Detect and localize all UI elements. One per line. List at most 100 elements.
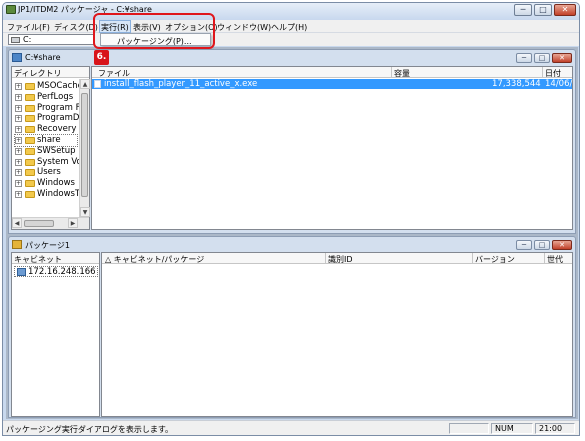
expand-icon[interactable]: + bbox=[15, 191, 22, 198]
menu-window[interactable]: ウィンドウ(W) bbox=[217, 22, 271, 33]
column-divider[interactable] bbox=[544, 253, 545, 264]
drive-value: C: bbox=[23, 35, 32, 44]
directory-tree[interactable]: ディレクトリ + MSOCache + PerfLogs + Program Fi + Pro… bbox=[11, 66, 90, 230]
package-window-title: パッケージ1 bbox=[25, 241, 70, 250]
folder-icon bbox=[25, 137, 35, 144]
package-list[interactable]: △ キャビネット/パッケージ 識別ID バージョン 世代 bbox=[101, 252, 573, 417]
status-message: パッケージング実行ダイアログを表示します。 bbox=[6, 425, 174, 434]
file-list[interactable]: ファイル 容量 日付 install_flash_player_11_activ… bbox=[91, 66, 573, 230]
column-id[interactable]: 識別ID bbox=[328, 254, 353, 265]
file-date: 14/06/ bbox=[545, 79, 573, 89]
explorer-maximize-button[interactable]: □ bbox=[534, 53, 550, 63]
menu-help[interactable]: ヘルプ(H) bbox=[271, 22, 307, 33]
column-size[interactable]: 容量 bbox=[394, 68, 410, 79]
file-size: 17,338,544 bbox=[492, 79, 541, 89]
column-divider[interactable] bbox=[325, 253, 326, 264]
expand-icon[interactable]: + bbox=[15, 147, 22, 155]
column-divider[interactable] bbox=[472, 253, 473, 264]
folder-icon bbox=[25, 104, 35, 112]
folder-icon bbox=[25, 93, 35, 101]
tree-horizontal-scrollbar[interactable]: ◀ ▶ bbox=[12, 217, 89, 229]
menu-file[interactable]: ファイル(F) bbox=[7, 22, 50, 33]
file-row[interactable]: install_flash_player_11_active_x.exe 17,… bbox=[92, 79, 572, 89]
tree-item-label: Recovery bbox=[37, 124, 77, 135]
menu-bar: ファイル(F) ディスク(D) 実行(R) 表示(V) オプション(O) ウィン… bbox=[3, 20, 579, 33]
explorer-minimize-button[interactable]: ─ bbox=[516, 53, 532, 63]
expand-icon[interactable]: + bbox=[15, 93, 22, 101]
expand-icon[interactable]: + bbox=[15, 115, 22, 123]
cabinet-header: キャビネット bbox=[12, 253, 99, 264]
step-callout: 6. bbox=[94, 50, 109, 65]
column-generation[interactable]: 世代 bbox=[547, 254, 563, 265]
drive-icon bbox=[11, 37, 20, 43]
cabinet-header-label: キャビネット bbox=[14, 255, 62, 264]
package-minimize-button[interactable]: ─ bbox=[516, 240, 532, 250]
menu-disk[interactable]: ディスク(D) bbox=[54, 22, 98, 33]
tree-item-label: PerfLogs bbox=[37, 91, 74, 102]
expand-icon[interactable]: + bbox=[15, 83, 22, 90]
directory-header-label: ディレクトリ bbox=[14, 69, 62, 78]
expand-icon[interactable]: + bbox=[15, 126, 22, 134]
close-button[interactable]: ✕ bbox=[554, 4, 576, 16]
tree-item-label: Windows bbox=[37, 178, 75, 189]
folder-icon bbox=[25, 115, 35, 123]
explorer-window-title: C:¥share bbox=[25, 53, 61, 62]
tree-hscroll-thumb[interactable] bbox=[24, 220, 54, 227]
status-cell bbox=[449, 423, 489, 434]
directory-header: ディレクトリ bbox=[12, 67, 89, 78]
tree-item-label: System Vo bbox=[37, 156, 82, 167]
package-list-header: △ キャビネット/パッケージ 識別ID バージョン 世代 bbox=[102, 253, 572, 264]
folder-icon bbox=[25, 147, 35, 155]
cabinet-ip: 172.16.248.166 bbox=[28, 267, 96, 277]
folder-icon bbox=[25, 169, 35, 177]
app-icon bbox=[6, 5, 16, 14]
tree-item-label: Program Fi bbox=[37, 102, 83, 113]
status-time: 21:00 bbox=[535, 423, 575, 434]
expand-icon[interactable]: + bbox=[15, 180, 22, 188]
folder-icon bbox=[25, 158, 35, 166]
minimize-button[interactable]: ─ bbox=[514, 4, 532, 16]
tree-item-label: SWSetup bbox=[37, 145, 76, 156]
scroll-left-arrow-icon[interactable]: ◀ bbox=[12, 218, 22, 228]
folder-icon bbox=[25, 180, 35, 188]
file-list-header: ファイル 容量 日付 bbox=[92, 67, 572, 78]
folder-icon bbox=[25, 83, 35, 90]
folder-icon bbox=[25, 191, 35, 198]
package-window-icon bbox=[12, 240, 22, 249]
expand-icon[interactable]: + bbox=[15, 158, 22, 166]
file-name: install_flash_player_11_active_x.exe bbox=[104, 79, 258, 89]
expand-icon[interactable]: + bbox=[15, 169, 22, 177]
scroll-right-arrow-icon[interactable]: ▶ bbox=[68, 218, 78, 228]
tree-scroll-thumb[interactable] bbox=[81, 93, 88, 197]
cabinet-item[interactable]: 172.16.248.166 bbox=[14, 266, 98, 277]
explorer-close-button[interactable]: ✕ bbox=[552, 53, 572, 63]
column-date[interactable]: 日付 bbox=[545, 68, 561, 79]
scroll-down-arrow-icon[interactable]: ▼ bbox=[80, 207, 90, 217]
explorer-window-icon bbox=[12, 53, 22, 62]
column-cabinet-package[interactable]: △ キャビネット/パッケージ bbox=[105, 254, 204, 265]
tree-item-label: WindowsTe bbox=[37, 189, 84, 199]
tree-item-label: MSOCache bbox=[37, 81, 83, 91]
column-divider[interactable] bbox=[391, 67, 392, 78]
expand-icon[interactable]: + bbox=[15, 137, 22, 144]
tree-item-label: share bbox=[37, 135, 61, 145]
tree-item[interactable]: + share bbox=[14, 134, 78, 147]
column-file[interactable]: ファイル bbox=[98, 68, 130, 79]
server-icon bbox=[17, 268, 26, 276]
tree-vertical-scrollbar[interactable]: ▲ ▼ bbox=[79, 79, 90, 217]
column-version[interactable]: バージョン bbox=[475, 254, 515, 265]
maximize-button[interactable]: □ bbox=[534, 4, 552, 16]
drive-select[interactable]: C: bbox=[8, 34, 95, 45]
tree-item-label: ProgramDa bbox=[37, 113, 85, 124]
status-bar: パッケージング実行ダイアログを表示します。 NUM 21:00 bbox=[3, 420, 579, 435]
column-divider[interactable] bbox=[542, 67, 543, 78]
tree-item-label: Users bbox=[37, 167, 61, 178]
expand-icon[interactable]: + bbox=[15, 104, 22, 112]
folder-icon bbox=[25, 126, 35, 134]
exe-file-icon bbox=[94, 80, 101, 88]
package-maximize-button[interactable]: □ bbox=[534, 240, 550, 250]
package-close-button[interactable]: ✕ bbox=[552, 240, 572, 250]
scroll-up-arrow-icon[interactable]: ▲ bbox=[80, 79, 90, 89]
status-num: NUM bbox=[491, 423, 533, 434]
cabinet-tree[interactable]: キャビネット 172.16.248.166 bbox=[11, 252, 100, 417]
